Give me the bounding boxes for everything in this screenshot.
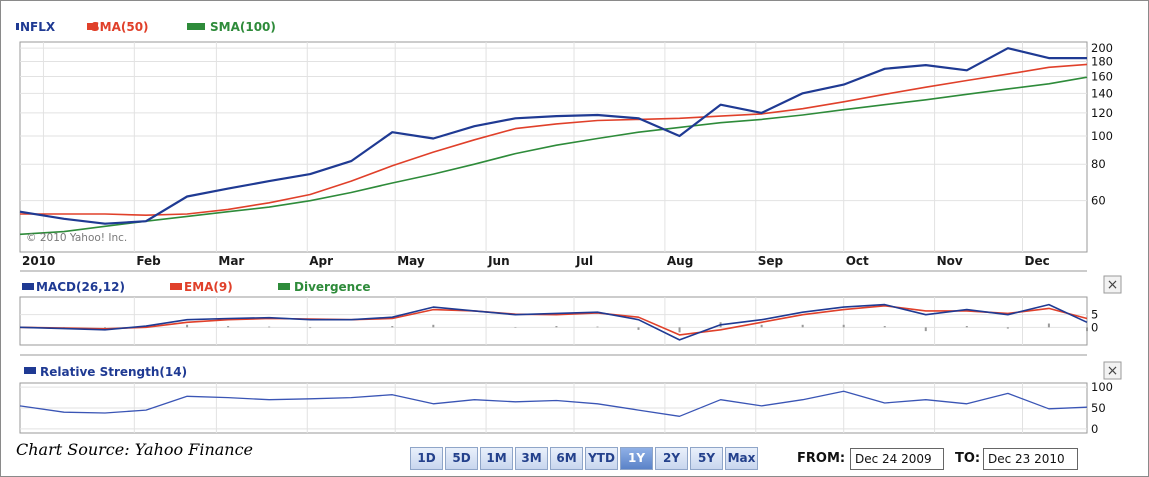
copyright-watermark: © 2010 Yahoo! Inc.: [26, 232, 127, 244]
month-tick-label: Nov: [937, 254, 963, 268]
stock-chart: NFLX SMA(50) SMA(100) 200180160 140 120 100…: [16, 20, 1122, 436]
month-tick-label: Mar: [218, 254, 244, 268]
y-tick-label: 120: [1091, 106, 1113, 120]
month-tick-label: Apr: [309, 254, 333, 268]
y-tick-label: 140: [1091, 86, 1113, 100]
month-tick-label: Jul: [575, 254, 593, 268]
from-date-field[interactable]: Dec 24 2009: [850, 448, 944, 470]
close-icon: ×: [1107, 277, 1119, 293]
y-tick-label: 0: [1091, 422, 1098, 436]
rsi-axis: 100 50 0: [1091, 380, 1113, 436]
macd-axis: 50: [1091, 308, 1098, 335]
month-tick-label: Jun: [487, 254, 510, 268]
range-button-ytd[interactable]: YTD: [585, 447, 618, 470]
month-tick-label: Feb: [136, 254, 161, 268]
y-tick-label: 100: [1091, 380, 1113, 394]
legend-divergence: Divergence: [294, 280, 370, 294]
legend-sma50: SMA(50): [91, 20, 149, 34]
legend-sma100: SMA(100): [210, 20, 276, 34]
chart-source-caption: Chart Source: Yahoo Finance: [16, 440, 254, 459]
range-button-5d[interactable]: 5D: [445, 447, 478, 470]
legend-swatch-ema: [170, 283, 182, 290]
month-tick-label: May: [397, 254, 425, 268]
macd-legend: MACD(26,12) EMA(9) Divergence: [22, 280, 370, 294]
close-macd-button[interactable]: ×: [1103, 275, 1122, 294]
legend-swatch-nflx: [16, 23, 19, 30]
y-tick-label: 0: [1091, 320, 1098, 334]
legend-nflx: NFLX: [20, 20, 56, 34]
range-button-6m[interactable]: 6M: [550, 447, 583, 470]
y-tick-label: 50: [1091, 401, 1106, 415]
y-tick-label: 100: [1091, 129, 1113, 143]
price-legend: NFLX SMA(50) SMA(100): [16, 20, 276, 34]
chart-widget: NFLX SMA(50) SMA(100) 200 180 160 140 120 100…: [0, 0, 1149, 477]
y-tick-label: 80: [1091, 157, 1106, 171]
to-date-field[interactable]: Dec 23 2010: [983, 448, 1078, 470]
range-button-5y[interactable]: 5Y: [690, 447, 723, 470]
month-axis: 2010 Feb Mar Apr May Jun Jul Aug Sep Oct Nov Dec: [22, 254, 1050, 268]
y-tick-label: 160: [1091, 69, 1113, 83]
legend-swatch-sma100: [187, 23, 205, 30]
year-label: 2010: [22, 254, 55, 268]
close-icon: ×: [1107, 363, 1119, 379]
legend-macd: MACD(26,12): [36, 280, 125, 294]
y-tick-label: 180: [1091, 55, 1113, 69]
range-button-1y[interactable]: 1Y: [620, 447, 653, 470]
legend-swatch-macd: [22, 283, 34, 290]
price-axis: 200180160 140 120 100 80 60: [1091, 41, 1113, 207]
range-selector: 1D 5D 1M 3M 6M YTD 1Y 2Y 5Y Max: [410, 447, 758, 470]
rsi-legend: Relative Strength(14): [24, 365, 187, 379]
month-tick-label: Dec: [1025, 254, 1050, 268]
y-tick-label: 200: [1091, 41, 1113, 55]
month-tick-label: Sep: [758, 254, 784, 268]
legend-swatch-divergence: [278, 283, 290, 290]
month-tick-label: Aug: [667, 254, 693, 268]
from-label: FROM:: [797, 451, 846, 466]
range-button-1m[interactable]: 1M: [480, 447, 513, 470]
y-tick-label: 60: [1091, 194, 1106, 208]
price-panel: [19, 41, 1088, 253]
close-rsi-button[interactable]: ×: [1103, 361, 1122, 380]
range-button-max[interactable]: Max: [725, 447, 758, 470]
legend-ema: EMA(9): [184, 280, 233, 294]
legend-rsi: Relative Strength(14): [40, 365, 187, 379]
range-button-1d[interactable]: 1D: [410, 447, 443, 470]
range-button-2y[interactable]: 2Y: [655, 447, 688, 470]
legend-swatch-rsi: [24, 367, 36, 374]
month-tick-label: Oct: [846, 254, 869, 268]
to-label: TO:: [955, 451, 981, 466]
range-button-3m[interactable]: 3M: [515, 447, 548, 470]
